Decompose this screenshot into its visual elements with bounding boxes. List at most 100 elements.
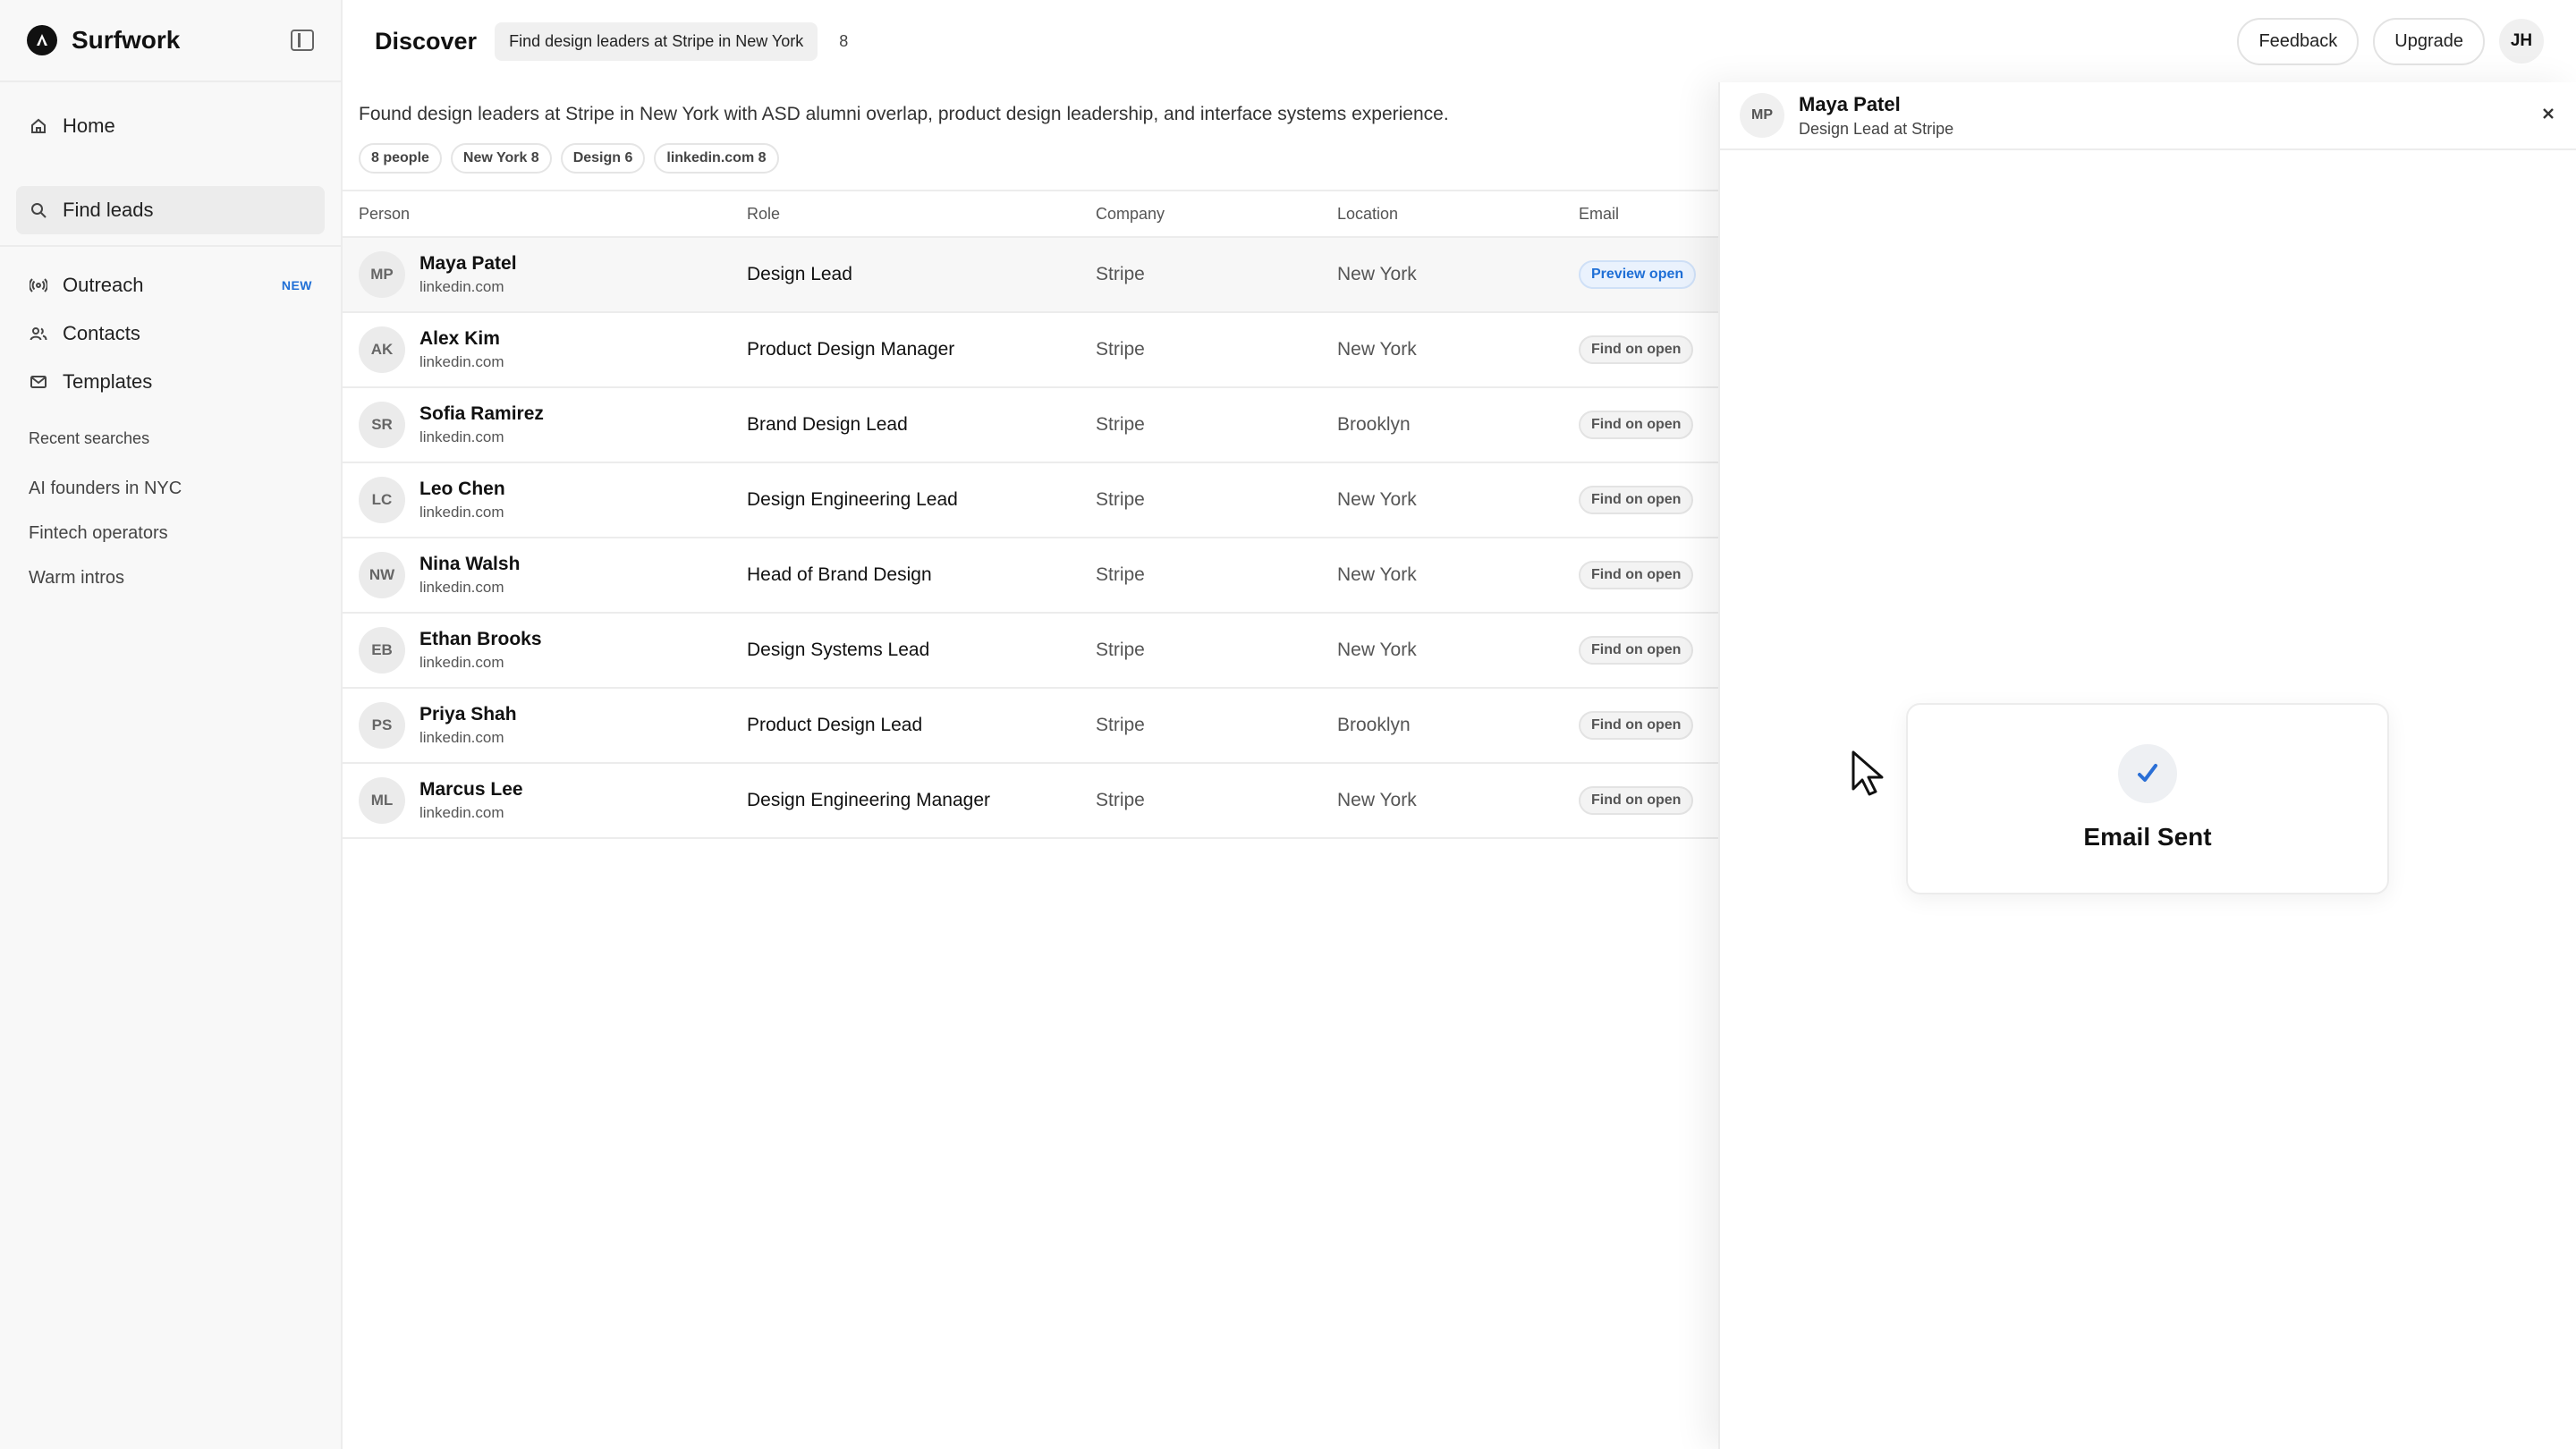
person-name[interactable]: Priya Shah xyxy=(419,704,517,725)
email-status-button[interactable]: Find on open xyxy=(1579,486,1694,514)
sidebar-toggle-icon[interactable] xyxy=(291,30,314,51)
column-header-company[interactable]: Company xyxy=(1096,205,1337,224)
person-source: linkedin.com xyxy=(419,729,504,746)
results-area: Found design leaders at Stripe in New Yo… xyxy=(343,82,1718,1449)
avatar: MP xyxy=(359,251,405,298)
results-summary: Found design leaders at Stripe in New Yo… xyxy=(359,104,1449,124)
table-row[interactable]: NW Nina Walsh linkedin.com Head of Brand De… xyxy=(343,538,1718,614)
brand-logo-icon[interactable] xyxy=(27,25,57,55)
leads-table: Person Role Company Location Email MP May… xyxy=(343,190,1718,839)
table-row[interactable]: ML Marcus Lee linkedin.com Design Engineeri… xyxy=(343,764,1718,839)
person-name[interactable]: Maya Patel xyxy=(419,253,517,275)
table-row[interactable]: PS Priya Shah linkedin.com Product Design L… xyxy=(343,689,1718,764)
close-icon[interactable] xyxy=(2540,103,2556,128)
profile-subtitle: Design Lead at Stripe xyxy=(1799,119,1954,138)
sidebar: Surfwork Home Find leads Outreach NEW Co… xyxy=(0,0,343,1449)
person-source: linkedin.com xyxy=(419,428,504,445)
table-row[interactable]: MP Maya Patel linkedin.com Design Lead Strip… xyxy=(343,238,1718,313)
location-cell: New York xyxy=(1337,489,1417,510)
column-header-person[interactable]: Person xyxy=(343,205,747,224)
users-icon xyxy=(29,324,48,343)
nav-item-contacts[interactable]: Contacts xyxy=(16,309,325,358)
recent-search-item[interactable]: Warm intros xyxy=(29,555,312,600)
avatar: MP xyxy=(1740,93,1784,138)
email-status-button[interactable]: Find on open xyxy=(1579,335,1694,364)
person-source: linkedin.com xyxy=(419,278,504,295)
recent-search-item[interactable]: AI founders in NYC xyxy=(29,466,312,511)
role-cell: Brand Design Lead xyxy=(747,414,908,435)
filter-chip[interactable]: 8 people xyxy=(359,143,442,174)
email-status-button[interactable]: Find on open xyxy=(1579,411,1694,439)
email-status-button[interactable]: Find on open xyxy=(1579,636,1694,665)
person-info: Sofia Ramirez linkedin.com xyxy=(419,403,544,446)
user-avatar[interactable]: JH xyxy=(2499,19,2544,64)
recent-search-item[interactable]: Fintech operators xyxy=(29,511,312,555)
person-cell: AK Alex Kim linkedin.com xyxy=(343,326,747,373)
nav-item-templates[interactable]: Templates xyxy=(16,358,325,406)
avatar: LC xyxy=(359,477,405,523)
nav-secondary: Outreach NEW Contacts Templates xyxy=(0,247,341,406)
nav-item-label: Contacts xyxy=(63,322,140,344)
person-info: Nina Walsh linkedin.com xyxy=(419,554,520,597)
person-name[interactable]: Sofia Ramirez xyxy=(419,403,544,425)
location-cell: New York xyxy=(1337,264,1417,284)
person-name[interactable]: Ethan Brooks xyxy=(419,629,542,650)
feedback-button[interactable]: Feedback xyxy=(2237,17,2360,65)
role-cell: Product Design Lead xyxy=(747,715,923,735)
company-cell: Stripe xyxy=(1096,264,1145,284)
location-cell: New York xyxy=(1337,790,1417,810)
email-status-button[interactable]: Find on open xyxy=(1579,786,1694,815)
table-row[interactable]: LC Leo Chen linkedin.com Design Engineering… xyxy=(343,463,1718,538)
person-cell: EB Ethan Brooks linkedin.com xyxy=(343,627,747,674)
person-name[interactable]: Marcus Lee xyxy=(419,779,523,801)
email-cell: Find on open xyxy=(1579,486,1718,514)
profile-name: Maya Patel xyxy=(1799,92,1901,115)
nav-item-outreach[interactable]: Outreach NEW xyxy=(16,261,325,309)
email-status-button[interactable]: Preview open xyxy=(1579,260,1697,289)
role-cell: Design Engineering Manager xyxy=(747,790,991,810)
email-cell: Find on open xyxy=(1579,411,1718,439)
person-name[interactable]: Leo Chen xyxy=(419,479,505,500)
column-header-role[interactable]: Role xyxy=(747,205,1096,224)
filter-chip[interactable]: linkedin.com 8 xyxy=(654,143,779,174)
nav-item-find-leads[interactable]: Find leads xyxy=(16,186,325,234)
email-cell: Find on open xyxy=(1579,786,1718,815)
person-name[interactable]: Nina Walsh xyxy=(419,554,520,575)
company-cell: Stripe xyxy=(1096,640,1145,660)
table-row[interactable]: SR Sofia Ramirez linkedin.com Brand Design … xyxy=(343,388,1718,463)
nav-item-home[interactable]: Home xyxy=(16,102,325,150)
person-info: Leo Chen linkedin.com xyxy=(419,479,505,521)
person-info: Alex Kim linkedin.com xyxy=(419,328,504,371)
person-cell: MP Maya Patel linkedin.com xyxy=(343,251,747,298)
table-row[interactable]: EB Ethan Brooks linkedin.com Design Systems… xyxy=(343,614,1718,689)
person-info: Priya Shah linkedin.com xyxy=(419,704,517,747)
avatar: AK xyxy=(359,326,405,373)
column-header-location[interactable]: Location xyxy=(1337,205,1579,224)
filter-chip[interactable]: Design 6 xyxy=(560,143,646,174)
company-cell: Stripe xyxy=(1096,339,1145,360)
company-cell: Stripe xyxy=(1096,715,1145,735)
company-cell: Stripe xyxy=(1096,414,1145,435)
person-source: linkedin.com xyxy=(419,579,504,596)
mail-icon xyxy=(29,372,48,392)
nav-item-label: Outreach xyxy=(63,274,144,296)
new-badge: NEW xyxy=(281,278,312,292)
toast-message: Email Sent xyxy=(2083,823,2212,851)
person-name[interactable]: Alex Kim xyxy=(419,328,504,350)
table-row[interactable]: AK Alex Kim linkedin.com Product Design Man… xyxy=(343,313,1718,388)
filter-chip[interactable]: New York 8 xyxy=(450,143,552,174)
home-icon xyxy=(29,116,48,136)
person-cell: LC Leo Chen linkedin.com xyxy=(343,477,747,523)
filter-chips: 8 people New York 8 Design 6 linkedin.co… xyxy=(343,125,1718,174)
person-cell: PS Priya Shah linkedin.com xyxy=(343,702,747,749)
email-cell: Find on open xyxy=(1579,561,1718,589)
email-status-button[interactable]: Find on open xyxy=(1579,711,1694,740)
upgrade-button[interactable]: Upgrade xyxy=(2373,17,2485,65)
column-header-email[interactable]: Email xyxy=(1579,205,1718,224)
avatar: EB xyxy=(359,627,405,674)
nav-item-label: Home xyxy=(63,114,115,137)
search-query-chip[interactable]: Find design leaders at Stripe in New Yor… xyxy=(495,21,818,61)
brand-bar: Surfwork xyxy=(0,0,341,82)
email-status-button[interactable]: Find on open xyxy=(1579,561,1694,589)
app-name: Surfwork xyxy=(72,26,181,54)
